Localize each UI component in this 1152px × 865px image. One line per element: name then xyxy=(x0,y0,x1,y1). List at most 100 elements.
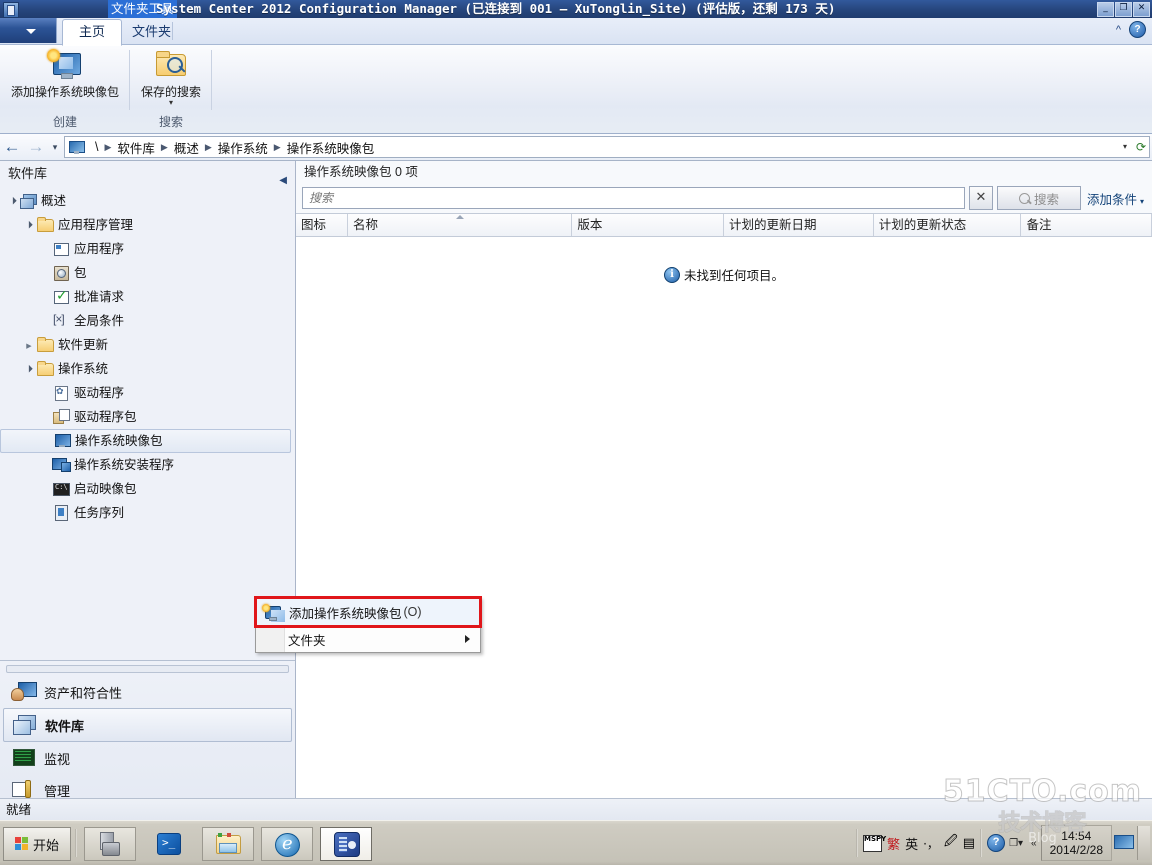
tree-expander-icon[interactable] xyxy=(22,221,36,230)
show-desktop-button[interactable] xyxy=(1137,826,1150,860)
folder-icon xyxy=(36,337,54,353)
search-button[interactable]: 搜索 xyxy=(997,186,1081,210)
driver-icon xyxy=(52,385,70,401)
tree-item-label: 驱动程序包 xyxy=(74,409,137,425)
computer-icon xyxy=(69,141,84,154)
saved-searches-button[interactable]: 保存的搜索 ▾ xyxy=(130,49,212,106)
ime-softkeyboard-icon[interactable]: ▤ xyxy=(963,836,975,851)
taskbar-button-powershell[interactable] xyxy=(143,827,193,859)
back-button[interactable]: ← xyxy=(0,136,24,158)
tree-item-9[interactable]: 驱动程序包 xyxy=(0,405,295,429)
column-header-4[interactable]: 计划的更新状态 xyxy=(874,214,1022,236)
tray-help-icon[interactable]: ? xyxy=(987,834,1005,852)
tab-home[interactable]: 主页 xyxy=(62,19,122,46)
taskbar-button-configuration-manager[interactable] xyxy=(320,827,372,861)
search-input[interactable] xyxy=(307,190,964,206)
tree-item-7[interactable]: 操作系统 xyxy=(0,357,295,381)
breadcrumb-item-1[interactable]: 概述 xyxy=(168,138,205,157)
breadcrumb-item-3[interactable]: 操作系统映像包 xyxy=(281,138,381,157)
column-header-5[interactable]: 备注 xyxy=(1021,214,1152,236)
ime-tools-icon[interactable]: 🖉 xyxy=(944,832,958,854)
server-manager-icon xyxy=(97,832,123,856)
application-menu-button[interactable] xyxy=(0,18,57,43)
tree-item-4[interactable]: 批准请求 xyxy=(0,285,295,309)
driver-package-icon xyxy=(52,409,70,425)
breadcrumb-item-0[interactable]: 软件库 xyxy=(111,138,161,157)
workspace-item-1[interactable]: 软件库 xyxy=(3,708,292,742)
workspace-item-2[interactable]: 监视 xyxy=(3,742,292,774)
start-button[interactable]: 开始 xyxy=(3,827,71,861)
ribbon-tab-strip: 主页 文件夹 ^ ? xyxy=(0,18,1152,45)
breadcrumb-separator-icon: ▶ xyxy=(274,142,281,153)
column-header-label: 版本 xyxy=(577,218,602,232)
breadcrumb-separator-icon: ▶ xyxy=(205,142,212,153)
breadcrumb-dropdown-icon[interactable]: ▾ xyxy=(1123,142,1127,151)
system-tray: MSPY 繁 英 ·， 🖉 ▤ ? ❐▾ « 14:54 2014/2/28 xyxy=(851,825,1150,861)
column-header-2[interactable]: 版本 xyxy=(572,214,724,236)
tree-item-2[interactable]: 应用程序 xyxy=(0,237,295,261)
ribbon-group-label: 创建 xyxy=(0,113,130,130)
os-image-icon xyxy=(53,433,71,449)
breadcrumb-root[interactable]: \ xyxy=(89,140,104,154)
ime-pen-icon[interactable]: 繁 xyxy=(887,834,900,853)
tree-item-8[interactable]: 驱动程序 xyxy=(0,381,295,405)
tree-item-1[interactable]: 应用程序管理 xyxy=(0,213,295,237)
list-column-headers: 图标 名称版本 计划的更新日期计划的更新状态备注 xyxy=(296,213,1152,237)
column-header-3[interactable]: 计划的更新日期 xyxy=(724,214,874,236)
tree-item-label: 操作系统映像包 xyxy=(75,433,163,449)
task-sequence-icon xyxy=(52,505,70,521)
clock[interactable]: 14:54 2014/2/28 xyxy=(1041,825,1112,861)
taskbar-button-server-manager[interactable] xyxy=(84,827,136,861)
column-header-1[interactable]: 名称 xyxy=(348,214,572,236)
collapse-ribbon-icon[interactable]: ^ xyxy=(1116,24,1121,36)
main-split: 软件库 ◀ 概述应用程序管理应用程序包批准请求全局条件软件更新操作系统驱动程序驱… xyxy=(0,161,1152,820)
history-dropdown-icon[interactable]: ▾ xyxy=(48,142,62,153)
tree-expander-icon[interactable] xyxy=(22,341,36,350)
refresh-icon[interactable]: ⟳ xyxy=(1136,140,1146,154)
column-header-label: 图标 xyxy=(301,218,326,232)
ime-mode-label[interactable]: 英 xyxy=(905,834,918,853)
maximize-button[interactable]: ❐ xyxy=(1115,2,1132,17)
monitoring-icon xyxy=(11,747,37,769)
tree-item-5[interactable]: 全局条件 xyxy=(0,309,295,333)
close-button[interactable]: ✕ xyxy=(1133,2,1150,17)
ime-punctuation-icon[interactable]: ·， xyxy=(923,835,939,852)
tree-item-12[interactable]: 启动映像包 xyxy=(0,477,295,501)
add-os-image-package-button[interactable]: 添加操作系统映像包 xyxy=(0,49,130,100)
display-icon[interactable] xyxy=(1114,835,1134,851)
forward-button[interactable]: → xyxy=(24,136,48,158)
breadcrumb[interactable]: \ ▶ 软件库 ▶ 概述 ▶ 操作系统 ▶ 操作系统映像包 ▾ ⟳ xyxy=(64,136,1150,158)
tree-item-10[interactable]: 操作系统映像包 xyxy=(0,429,291,453)
tree-item-13[interactable]: 任务序列 xyxy=(0,501,295,525)
help-icon[interactable]: ? xyxy=(1129,21,1146,38)
tree-item-label: 启动映像包 xyxy=(74,481,137,497)
assets-compliance-icon xyxy=(11,681,37,703)
taskbar-button-internet-explorer[interactable] xyxy=(261,827,313,861)
minimize-button[interactable]: _ xyxy=(1097,2,1114,17)
tray-network-icon[interactable]: ❐▾ xyxy=(1005,838,1027,849)
workspace-item-label: 软件库 xyxy=(45,716,84,735)
tree-expander-icon[interactable] xyxy=(22,365,36,374)
tree-item-6[interactable]: 软件更新 xyxy=(0,333,295,357)
chevron-down-icon[interactable]: ▾ xyxy=(130,100,212,106)
column-header-0[interactable]: 图标 xyxy=(296,214,348,236)
context-menu-item-add-os-image-package[interactable]: 添加操作系统映像包 (O) xyxy=(256,598,480,626)
add-criteria-button[interactable]: 添加条件▾ xyxy=(1085,189,1146,208)
taskbar-button-file-explorer[interactable] xyxy=(202,827,254,861)
tab-folder[interactable]: 文件夹 xyxy=(116,20,187,43)
tree-item-11[interactable]: 操作系统安装程序 xyxy=(0,453,295,477)
tree-item-0[interactable]: 概述 xyxy=(0,189,295,213)
context-menu: 添加操作系统映像包 (O) 文件夹 xyxy=(255,597,481,653)
tree-item-3[interactable]: 包 xyxy=(0,261,295,285)
tree-expander-icon[interactable] xyxy=(6,197,20,206)
ime-indicator[interactable]: MSPY 繁 英 ·， 🖉 ▤ xyxy=(863,832,975,854)
pane-resize-grip[interactable] xyxy=(6,665,289,673)
show-hidden-icons-button[interactable]: « xyxy=(1027,838,1041,849)
breadcrumb-item-2[interactable]: 操作系统 xyxy=(212,138,274,157)
tree-item-label: 操作系统安装程序 xyxy=(74,457,174,473)
search-box[interactable] xyxy=(302,187,965,209)
workspace-item-0[interactable]: 资产和符合性 xyxy=(3,676,292,708)
context-menu-item-folder[interactable]: 文件夹 xyxy=(256,626,480,652)
content-pane: 操作系统映像包 0 项 ✕ 搜索 添加条件▾ 图标名称版本计划的更新日期计划的更… xyxy=(296,161,1152,820)
clear-search-button[interactable]: ✕ xyxy=(969,186,993,210)
